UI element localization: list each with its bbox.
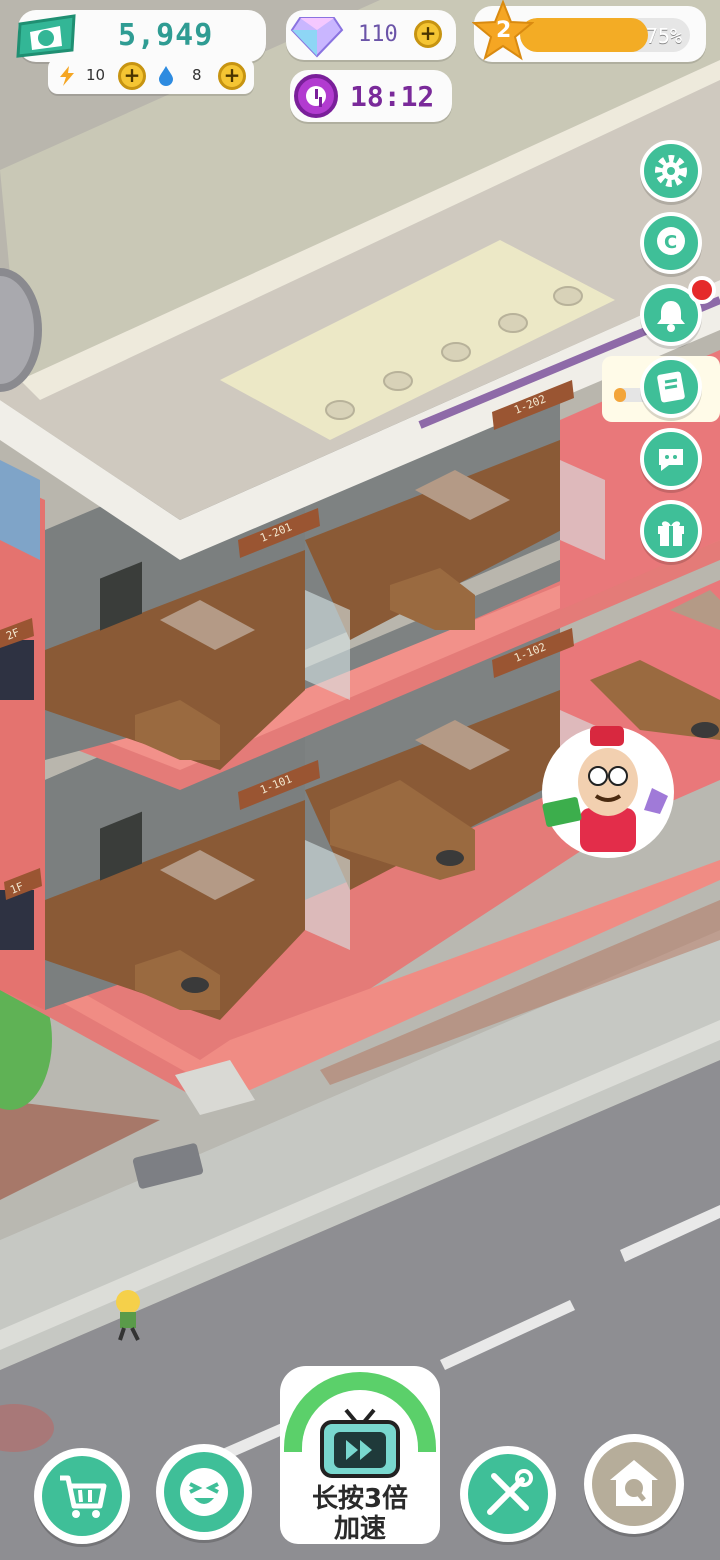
- bell-icon: [657, 301, 685, 332]
- notepad-icon: [657, 371, 685, 403]
- cash-icon: [16, 14, 76, 58]
- gear-icon: [655, 155, 687, 187]
- clock-icon: [294, 74, 338, 118]
- speed-up-label-2: 加速: [333, 1514, 386, 1544]
- speed-up-button[interactable]: 长按3倍 加速: [280, 1366, 440, 1544]
- smiley-icon: [180, 1468, 228, 1516]
- star-icon: 2: [471, 0, 535, 62]
- tasks-button[interactable]: [640, 356, 702, 418]
- coupon-button[interactable]: C: [640, 212, 702, 274]
- tools-icon: [487, 1469, 533, 1515]
- energy-value: 10: [86, 66, 106, 84]
- gems-value: 110: [358, 22, 398, 47]
- lightning-icon: [60, 66, 74, 86]
- gems-panel[interactable]: 110 +: [286, 10, 456, 60]
- level-progress-bar: 75%: [520, 18, 690, 52]
- fast-forward-tv-icon: [320, 1408, 400, 1478]
- water-value: 8: [192, 66, 202, 84]
- level-value: 2: [496, 18, 512, 43]
- chat-icon: [659, 449, 683, 471]
- game-scene[interactable]: 1-201 1-202 1-101 1-102 2F 1F: [0, 0, 720, 1560]
- money-value: 5,949: [118, 18, 214, 53]
- money-panel[interactable]: 5,949: [16, 10, 266, 62]
- tools-button[interactable]: [460, 1446, 556, 1542]
- add-energy-button[interactable]: +: [118, 62, 146, 90]
- timer-panel: 18:12: [290, 70, 452, 122]
- gem-icon: [290, 17, 344, 58]
- gift-button[interactable]: [640, 500, 702, 562]
- chat-button[interactable]: [640, 428, 702, 490]
- shop-button[interactable]: [34, 1448, 130, 1544]
- cart-icon: [60, 1475, 107, 1518]
- level-progress-fill: [520, 18, 648, 52]
- add-water-button[interactable]: +: [218, 62, 246, 90]
- emoji-button[interactable]: [156, 1444, 252, 1540]
- coupon-icon: C: [657, 227, 685, 255]
- add-gems-button[interactable]: +: [414, 20, 442, 48]
- settings-button[interactable]: [640, 140, 702, 202]
- home-customize-button[interactable]: [584, 1434, 684, 1534]
- timer-value: 18:12: [350, 80, 435, 113]
- water-drop-icon: [159, 66, 173, 86]
- resource-panel: 10 + 8 +: [48, 58, 254, 94]
- notification-badge: [688, 276, 716, 304]
- gift-icon: [658, 521, 684, 546]
- level-progress-text: 75%: [645, 24, 682, 48]
- svg-text:C: C: [664, 232, 677, 253]
- landlord-character[interactable]: [542, 726, 674, 858]
- home-wrench-icon: [610, 1460, 658, 1506]
